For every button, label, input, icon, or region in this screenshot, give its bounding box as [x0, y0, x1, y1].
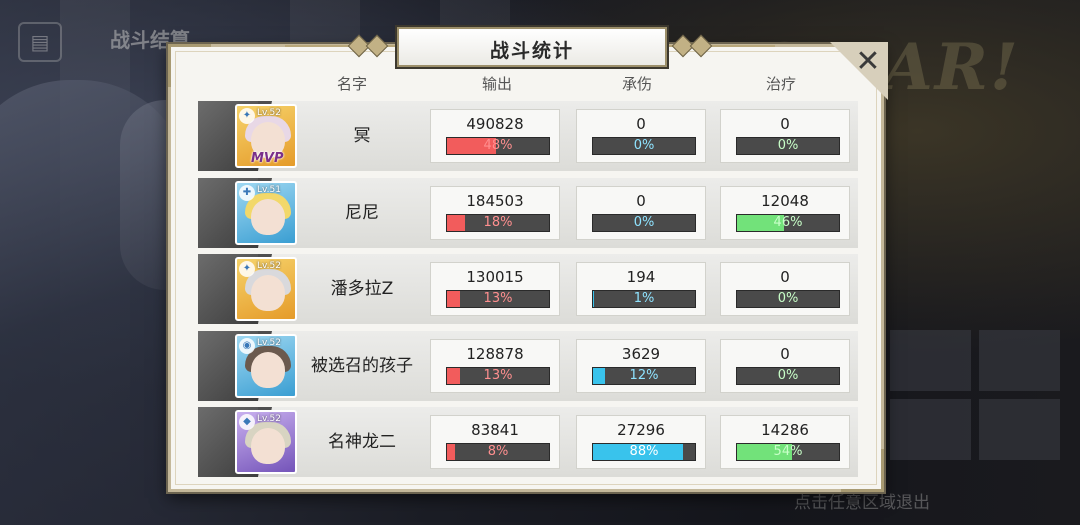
damage-cell: 83841 8% — [430, 415, 560, 469]
hero-level: Lv.52 — [257, 414, 281, 424]
damage-percent: 48% — [483, 138, 513, 153]
tank-cell: 27296 88% — [576, 415, 706, 469]
heal-value: 14286 — [761, 421, 809, 439]
diamond-icon — [365, 34, 389, 58]
heal-percent: 46% — [773, 215, 803, 230]
damage-bar: 13% — [446, 367, 550, 385]
damage-percent: 18% — [483, 215, 513, 230]
header-heal: 治疗 — [765, 75, 796, 93]
hero-row: ✦ Lv.52 潘多拉Z 130015 13% 194 1% 0 0% — [198, 254, 858, 324]
hero-row: ◆ Lv.52 名神龙二 83841 8% 27296 88% 14286 54… — [198, 407, 858, 477]
tank-value: 27296 — [617, 421, 665, 439]
heal-percent: 0% — [777, 291, 799, 306]
bg-grid — [890, 330, 1060, 460]
tank-value: 3629 — [621, 345, 661, 363]
hero-avatar[interactable]: ✦ Lv.52 MVP — [235, 104, 297, 168]
tank-percent: 0% — [633, 138, 655, 153]
mvp-badge: MVP — [251, 151, 284, 166]
heal-percent: 0% — [777, 368, 799, 383]
class-icon: ◉ — [239, 338, 255, 354]
damage-cell: 130015 13% — [430, 262, 560, 316]
damage-bar: 8% — [446, 443, 550, 461]
class-icon: ✚ — [239, 185, 255, 201]
heal-value: 0 — [780, 268, 790, 286]
tank-bar: 0% — [592, 214, 696, 232]
damage-cell: 490828 48% — [430, 109, 560, 163]
heal-cell: 0 0% — [720, 262, 850, 316]
damage-bar: 48% — [446, 137, 550, 155]
class-icon: ✦ — [239, 108, 255, 124]
heal-cell: 14286 54% — [720, 415, 850, 469]
heal-cell: 12048 46% — [720, 186, 850, 240]
heal-bar: 0% — [736, 137, 840, 155]
tank-cell: 194 1% — [576, 262, 706, 316]
tank-value: 0 — [636, 192, 646, 210]
tank-bar: 88% — [592, 443, 696, 461]
column-headers: 名字 输出 承伤 治疗 — [0, 73, 1080, 93]
hero-level: Lv.52 — [257, 261, 281, 271]
hero-name: 名神龙二 — [328, 432, 396, 452]
tank-percent: 88% — [629, 444, 659, 459]
header-name: 名字 — [336, 75, 367, 93]
tank-bar: 12% — [592, 367, 696, 385]
tank-value: 0 — [636, 115, 646, 133]
heal-cell: 0 0% — [720, 339, 850, 393]
tank-percent: 1% — [633, 291, 655, 306]
tank-cell: 3629 12% — [576, 339, 706, 393]
hero-avatar[interactable]: ✦ Lv.52 — [235, 257, 297, 321]
hero-level: Lv.52 — [257, 108, 281, 118]
tank-percent: 12% — [629, 368, 659, 383]
class-icon: ✦ — [239, 261, 255, 277]
damage-value: 184503 — [466, 192, 524, 210]
diamond-icon — [689, 34, 713, 58]
tank-cell: 0 0% — [576, 186, 706, 240]
heal-bar: 0% — [736, 367, 840, 385]
hero-avatar[interactable]: ✚ Lv.51 — [235, 181, 297, 245]
damage-percent: 8% — [487, 444, 509, 459]
heal-percent: 54% — [773, 444, 803, 459]
hero-row: ✦ Lv.52 MVP 冥 490828 48% 0 0% 0 0% — [198, 101, 858, 171]
menu-icon[interactable]: ▤ — [18, 22, 62, 62]
hero-level: Lv.51 — [257, 185, 281, 195]
tank-bar: 0% — [592, 137, 696, 155]
class-icon: ◆ — [239, 414, 255, 430]
damage-value: 490828 — [466, 115, 524, 133]
damage-percent: 13% — [483, 368, 513, 383]
heal-percent: 0% — [777, 138, 799, 153]
tank-bar: 1% — [592, 290, 696, 308]
heal-value: 12048 — [761, 192, 809, 210]
hero-row: ✚ Lv.51 尼尼 184503 18% 0 0% 12048 46% — [198, 178, 858, 248]
damage-bar: 18% — [446, 214, 550, 232]
damage-percent: 13% — [483, 291, 513, 306]
hero-avatar[interactable]: ◉ Lv.52 — [235, 334, 297, 398]
damage-value: 128878 — [466, 345, 524, 363]
heal-bar: 54% — [736, 443, 840, 461]
tank-percent: 0% — [633, 215, 655, 230]
tank-cell: 0 0% — [576, 109, 706, 163]
hero-name: 尼尼 — [345, 203, 379, 223]
tank-value: 194 — [626, 268, 656, 286]
hero-row: ◉ Lv.52 被选召的孩子 128878 13% 3629 12% 0 0% — [198, 331, 858, 401]
damage-cell: 184503 18% — [430, 186, 560, 240]
damage-value: 130015 — [466, 268, 524, 286]
damage-cell: 128878 13% — [430, 339, 560, 393]
hero-name: 被选召的孩子 — [311, 356, 413, 376]
heal-bar: 46% — [736, 214, 840, 232]
hero-name: 潘多拉Z — [330, 279, 394, 299]
header-damage: 输出 — [481, 75, 512, 93]
heal-bar: 0% — [736, 290, 840, 308]
header-tank: 承伤 — [621, 75, 652, 93]
dialog-title-ribbon: 战斗统计 — [285, 27, 775, 67]
hero-level: Lv.52 — [257, 338, 281, 348]
heal-value: 0 — [780, 345, 790, 363]
damage-value: 83841 — [471, 421, 519, 439]
heal-cell: 0 0% — [720, 109, 850, 163]
dialog-title: 战斗统计 — [489, 40, 574, 62]
hero-name: 冥 — [353, 126, 371, 146]
damage-bar: 13% — [446, 290, 550, 308]
heal-value: 0 — [780, 115, 790, 133]
hero-avatar[interactable]: ◆ Lv.52 — [235, 410, 297, 474]
